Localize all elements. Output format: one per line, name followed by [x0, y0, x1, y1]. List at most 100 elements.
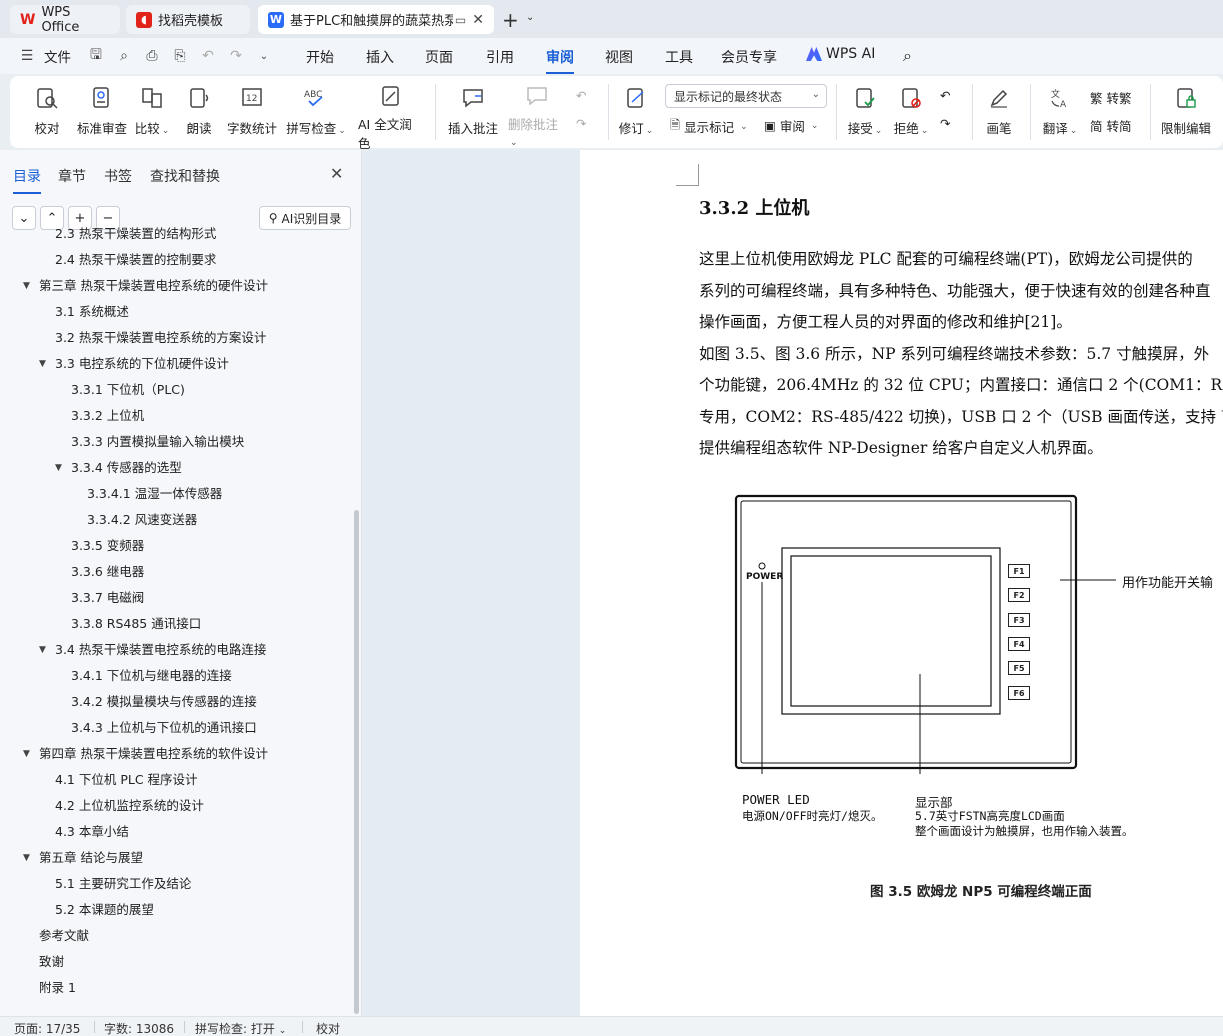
toc-item[interactable]: 3.3.1 下位机（PLC): [71, 377, 185, 403]
compare-button[interactable]: 比较 ⌄: [134, 76, 170, 148]
hamburger-menu-icon[interactable]: ☰: [16, 45, 38, 67]
close-tab-icon[interactable]: ✕: [472, 12, 484, 28]
ai-polish-button[interactable]: AI 全文润色: [358, 76, 424, 151]
menu-home[interactable]: 开始: [306, 47, 334, 67]
toc-item[interactable]: ▼ 第四章 热泵干燥装置电控系统的软件设计: [23, 741, 268, 767]
translate-button[interactable]: 文A 翻译 ⌄: [1040, 76, 1080, 148]
menu-reference[interactable]: 引用: [486, 47, 514, 67]
expand-arrow-icon[interactable]: ▼: [23, 273, 30, 299]
toc-item[interactable]: ▼ 3.3.4 传感器的选型: [55, 455, 182, 481]
toc-item[interactable]: 参考文献: [39, 923, 89, 949]
ai-toc-button[interactable]: ⚲ AI识别目录: [259, 206, 351, 230]
spell-check-button[interactable]: ABC 拼写检查 ⌄: [286, 76, 346, 148]
menu-page[interactable]: 页面: [425, 47, 453, 67]
document-page[interactable]: 3.3.2 上位机 这里上位机使用欧姆龙 PLC 配套的可编程终端(PT)，欧姆…: [580, 150, 1223, 1016]
expand-arrow-icon[interactable]: ▼: [23, 741, 30, 767]
show-markup-button[interactable]: 🗎 显示标记 ⌄: [670, 116, 748, 137]
menu-file[interactable]: 文件: [44, 46, 71, 66]
toc-item[interactable]: 致谢: [39, 949, 64, 975]
tab-wps-office[interactable]: W WPS Office: [10, 5, 120, 35]
nav-scrollbar[interactable]: [354, 510, 359, 1014]
nav-tab-chapters[interactable]: 章节: [58, 166, 86, 186]
toc-item[interactable]: 3.1 系统概述: [55, 299, 129, 325]
nav-tab-find-replace[interactable]: 查找和替换: [150, 166, 220, 186]
next-comment-icon[interactable]: ↷: [576, 116, 586, 131]
menu-tools[interactable]: 工具: [665, 47, 693, 67]
expand-all-icon[interactable]: ⌄: [12, 206, 36, 230]
insert-comment-button[interactable]: 插入批注: [448, 76, 498, 148]
expand-arrow-icon[interactable]: ▼: [39, 351, 46, 377]
print-icon[interactable]: ⎙: [141, 45, 163, 67]
to-traditional-button[interactable]: 繁转繁: [1090, 88, 1132, 107]
toc-item[interactable]: 2.3 热泵干燥装置的结构形式: [55, 221, 216, 247]
read-aloud-button[interactable]: 朗读: [186, 76, 212, 148]
toc-item[interactable]: ▼ 3.3 电控系统的下位机硬件设计: [39, 351, 229, 377]
toc-item[interactable]: 3.3.6 继电器: [71, 559, 144, 585]
to-simplified-button[interactable]: 简转简: [1090, 116, 1132, 135]
nav-tab-bookmarks[interactable]: 书签: [104, 166, 132, 186]
tab-document[interactable]: W 基于PLC和触摸屏的蔬菜热泵 ▭ ✕: [258, 5, 494, 34]
menu-review[interactable]: 审阅: [546, 47, 574, 74]
menu-view[interactable]: 视图: [605, 47, 633, 67]
delete-comment-button[interactable]: 删除批注 ⌄: [508, 76, 566, 148]
toc-item[interactable]: 3.4.3 上位机与下位机的通讯接口: [71, 715, 257, 741]
nav-tab-toc[interactable]: 目录: [13, 166, 41, 194]
save-icon[interactable]: 🖫: [85, 45, 107, 67]
lock-document-icon: [1172, 84, 1200, 112]
previous-comment-icon[interactable]: ↶: [576, 88, 586, 103]
revise-button[interactable]: 修订 ⌄: [616, 76, 656, 148]
toc-item[interactable]: 4.2 上位机监控系统的设计: [55, 793, 204, 819]
standard-review-button[interactable]: 标准审查: [74, 76, 130, 148]
toc-item[interactable]: ▼ 第五章 结论与展望: [23, 845, 143, 871]
toc-item[interactable]: 3.4.1 下位机与继电器的连接: [71, 663, 232, 689]
chevron-down-icon[interactable]: ⌄: [526, 12, 534, 23]
toc-item[interactable]: 3.3.4.1 温湿一体传感器: [87, 481, 222, 507]
review-pane-button[interactable]: ▣ 审阅 ⌄: [764, 116, 818, 135]
chevron-down-icon[interactable]: ⌄: [253, 45, 275, 67]
expand-arrow-icon[interactable]: ▼: [23, 845, 30, 871]
new-tab-icon[interactable]: +: [502, 8, 519, 32]
wps-ai-button[interactable]: WPS AI: [806, 46, 875, 62]
spell-check-toggle[interactable]: 拼写检查: 打开 ⌄: [195, 1020, 286, 1036]
proofread-button[interactable]: 校对: [32, 76, 62, 148]
menu-insert[interactable]: 插入: [366, 47, 394, 67]
page-indicator[interactable]: 页面: 17/35: [14, 1020, 80, 1036]
accept-button[interactable]: 接受 ⌄: [846, 76, 884, 148]
toc-item[interactable]: 3.3.4.2 风速变送器: [87, 507, 197, 533]
menu-membership[interactable]: 会员专享: [721, 47, 777, 67]
next-change-icon[interactable]: ↷: [940, 116, 950, 131]
redo-icon[interactable]: ↷: [225, 45, 247, 67]
format-painter-icon[interactable]: ⌕: [113, 45, 135, 67]
toc-item[interactable]: 5.1 主要研究工作及结论: [55, 871, 191, 897]
toc-item[interactable]: 3.3.8 RS485 通讯接口: [71, 611, 201, 637]
toc-item[interactable]: ▼ 3.4 热泵干燥装置电控系统的电路连接: [39, 637, 266, 663]
pen-button[interactable]: 画笔: [986, 76, 1012, 148]
proofread-status[interactable]: 校对: [316, 1020, 340, 1036]
expand-arrow-icon[interactable]: ▼: [55, 455, 62, 481]
toc-item[interactable]: 3.3.7 电磁阀: [71, 585, 144, 611]
close-icon[interactable]: ✕: [330, 164, 343, 183]
toc-item[interactable]: 3.3.3 内置模拟量输入输出模块: [71, 429, 244, 455]
undo-icon[interactable]: ↶: [197, 45, 219, 67]
toc-item[interactable]: 附录 1: [39, 975, 76, 1001]
toc-item[interactable]: 3.3.5 变频器: [71, 533, 144, 559]
search-icon[interactable]: ⌕: [903, 46, 912, 66]
word-count-button[interactable]: 12 字数统计: [226, 76, 278, 148]
toc-item[interactable]: 3.4.2 模拟量模块与传感器的连接: [71, 689, 257, 715]
toc-item[interactable]: 2.4 热泵干燥装置的控制要求: [55, 247, 216, 273]
window-mode-icon[interactable]: ▭: [455, 13, 466, 27]
toc-item[interactable]: 4.1 下位机 PLC 程序设计: [55, 767, 198, 793]
previous-change-icon[interactable]: ↶: [940, 88, 950, 103]
toc-item[interactable]: 3.2 热泵干燥装置电控系统的方案设计: [55, 325, 266, 351]
print-preview-icon[interactable]: ⎘: [169, 45, 191, 67]
toc-item[interactable]: ▼ 第三章 热泵干燥装置电控系统的硬件设计: [23, 273, 268, 299]
markup-state-select[interactable]: 显示标记的最终状态 ⌄: [665, 84, 827, 108]
reject-button[interactable]: 拒绝 ⌄: [892, 76, 930, 148]
toc-item[interactable]: 3.3.2 上位机: [71, 403, 144, 429]
restrict-edit-button[interactable]: 限制编辑: [1160, 76, 1212, 148]
toc-item[interactable]: 4.3 本章小结: [55, 819, 129, 845]
tab-template-store[interactable]: ◖ 找稻壳模板: [126, 5, 250, 34]
expand-arrow-icon[interactable]: ▼: [39, 637, 46, 663]
word-count-indicator[interactable]: 字数: 13086: [104, 1020, 174, 1036]
toc-item[interactable]: 5.2 本课题的展望: [55, 897, 154, 923]
